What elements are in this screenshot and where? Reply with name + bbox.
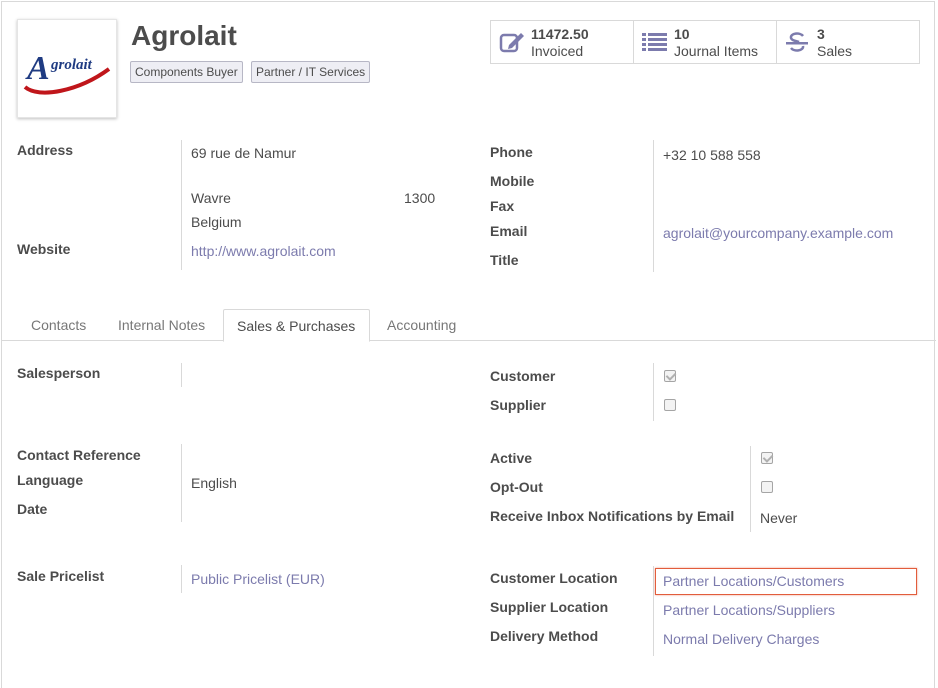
invoiced-label: Invoiced [531, 43, 584, 59]
field-separator [181, 140, 182, 270]
journal-items-label: Journal Items [674, 43, 759, 59]
fax-label: Fax [490, 198, 515, 214]
field-separator [181, 565, 182, 593]
supplier-location-label: Supplier Location [490, 599, 609, 615]
sales-value: 3 [817, 26, 825, 42]
sale-pricelist-label: Sale Pricelist [17, 568, 105, 584]
website-label: Website [17, 241, 71, 257]
svg-text:grolait: grolait [50, 57, 93, 73]
svg-text:A: A [25, 50, 50, 87]
tag-partner-it-services[interactable]: Partner / IT Services [251, 61, 371, 83]
address-label: Address [17, 142, 74, 158]
website-link[interactable]: http://www.agrolait.com [191, 243, 336, 259]
field-separator [653, 140, 654, 272]
tab-contacts[interactable]: Contacts [18, 309, 99, 341]
city-field[interactable]: Wavre [191, 190, 231, 206]
sales-button[interactable]: 3 Sales [776, 20, 920, 64]
mobile-label: Mobile [490, 173, 535, 189]
street-field[interactable]: 69 rue de Namur [191, 145, 296, 161]
invoiced-value: 11472.50 [531, 26, 589, 42]
contact-reference-label: Contact Reference [17, 447, 141, 463]
phone-label: Phone [490, 144, 533, 160]
field-separator [181, 444, 182, 522]
agrolait-logo-icon: A grolait [23, 50, 111, 95]
partner-name: Agrolait [131, 20, 237, 51]
date-label: Date [17, 501, 48, 517]
email-label: Email [490, 223, 528, 239]
field-separator [653, 566, 654, 656]
sales-label: Sales [817, 43, 853, 59]
journal-items-button[interactable]: 10 Journal Items [633, 20, 777, 64]
active-label: Active [490, 450, 533, 466]
supplier-location-link[interactable]: Partner Locations/Suppliers [663, 602, 835, 618]
customer-location-label: Customer Location [490, 570, 618, 586]
journal-items-value: 10 [674, 26, 690, 42]
field-separator [653, 363, 654, 421]
sale-pricelist-link[interactable]: Public Pricelist (EUR) [191, 571, 325, 587]
invoiced-button[interactable]: 11472.50 Invoiced [490, 20, 634, 64]
strikethrough-icon [785, 30, 811, 54]
country-field[interactable]: Belgium [191, 214, 242, 230]
phone-field[interactable]: +32 10 588 558 [663, 147, 761, 163]
customer-location-link[interactable]: Partner Locations/Customers [663, 573, 844, 589]
active-checkbox[interactable] [761, 452, 773, 464]
salesperson-label: Salesperson [17, 365, 101, 381]
supplier-label: Supplier [490, 397, 547, 413]
title-label: Title [490, 252, 519, 268]
tab-accounting[interactable]: Accounting [374, 309, 469, 341]
delivery-method-label: Delivery Method [490, 628, 599, 644]
delivery-method-link[interactable]: Normal Delivery Charges [663, 631, 819, 647]
customer-label: Customer [490, 368, 556, 384]
tab-sales-purchases[interactable]: Sales & Purchases [223, 309, 370, 342]
partner-logo[interactable]: A grolait [17, 19, 117, 118]
tag-components-buyer[interactable]: Components Buyer [130, 61, 243, 83]
notifications-label: Receive Inbox Notifications by Email [490, 508, 735, 524]
notifications-field[interactable]: Never [760, 510, 797, 526]
zip-field[interactable]: 1300 [404, 190, 435, 206]
customer-checkbox[interactable] [664, 370, 676, 382]
optout-checkbox[interactable] [761, 481, 773, 493]
supplier-checkbox[interactable] [664, 399, 676, 411]
field-separator [750, 446, 751, 532]
optout-label: Opt-Out [490, 479, 543, 495]
email-link[interactable]: agrolait@yourcompany.example.com [663, 225, 893, 241]
language-field[interactable]: English [191, 475, 237, 491]
language-label: Language [17, 472, 84, 488]
tab-internal-notes[interactable]: Internal Notes [105, 309, 218, 341]
edit-icon [499, 30, 525, 54]
list-icon [642, 30, 668, 54]
salesperson-field[interactable] [181, 363, 182, 387]
